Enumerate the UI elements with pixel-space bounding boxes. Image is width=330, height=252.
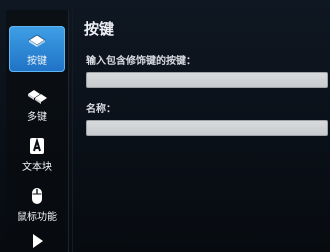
sidebar-item-multi-key[interactable]: 多键: [9, 82, 65, 128]
name-input[interactable]: [86, 120, 328, 136]
sidebar-item-label: 多键: [27, 112, 47, 123]
sidebar-item-text-block[interactable]: 文本块: [9, 132, 65, 178]
sidebar: 按键 多键 文本块 鼠标功能: [6, 10, 69, 252]
sidebar-item-play[interactable]: [9, 230, 65, 252]
sidebar-item-label: 文本块: [22, 162, 52, 173]
name-field-label: 名称：: [86, 104, 116, 115]
sidebar-item-label: 按键: [27, 56, 47, 67]
play-icon: [33, 234, 43, 248]
page-title: 按键: [84, 20, 115, 38]
key-field-label: 输入包含修饰键的按键：: [86, 56, 196, 67]
multi-key-icon: [28, 90, 47, 104]
sidebar-item-mouse[interactable]: 鼠标功能: [9, 182, 65, 228]
key-input[interactable]: [86, 72, 328, 88]
app-window: 按键 多键 文本块 鼠标功能 按键 输入包含修饰键的按键： 名称：: [0, 0, 330, 252]
key-icon: [28, 34, 46, 47]
text-block-icon: [30, 137, 44, 154]
sidebar-item-label: 鼠标功能: [17, 212, 57, 223]
sidebar-item-key[interactable]: 按键: [9, 26, 65, 72]
mouse-icon: [32, 188, 42, 204]
main-panel: 按键 输入包含修饰键的按键： 名称：: [72, 10, 328, 252]
